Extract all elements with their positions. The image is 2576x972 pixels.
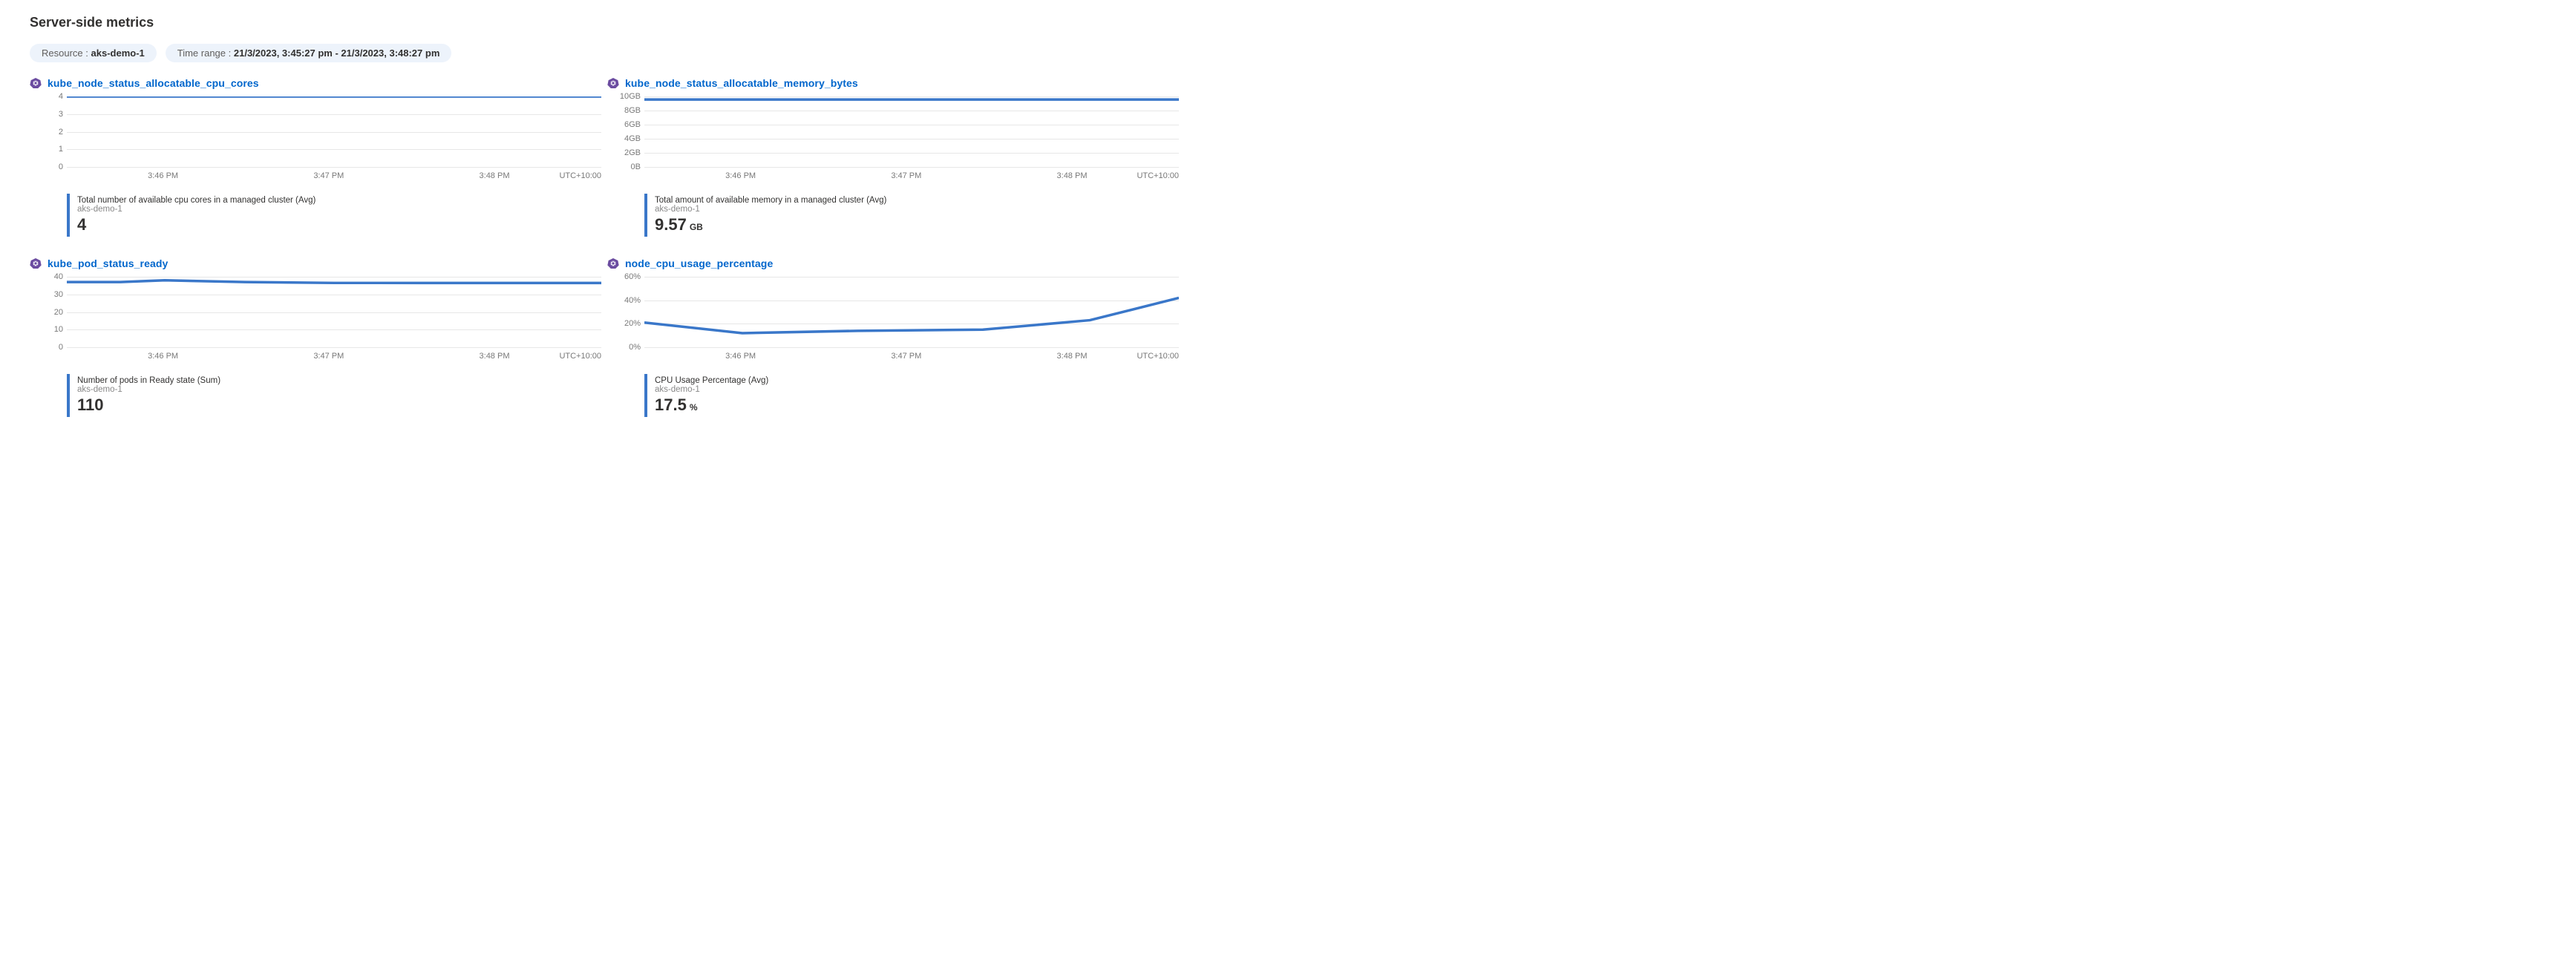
pill-timerange-label: Time range : xyxy=(177,47,232,59)
x-axis: 3:46 PM 3:47 PM 3:48 PM UTC+10:00 xyxy=(67,352,601,367)
summary-value: 4 xyxy=(77,215,86,234)
y-tick-label: 1 xyxy=(30,145,63,154)
summary-desc: Number of pods in Ready state (Sum) xyxy=(77,376,601,385)
summary-desc: Total number of available cpu cores in a… xyxy=(77,196,601,205)
x-tick-label: 3:48 PM xyxy=(1057,171,1088,180)
summary-unit: % xyxy=(690,402,698,413)
pill-resource-label: Resource : xyxy=(42,47,88,59)
y-tick-label: 0 xyxy=(30,343,63,352)
x-tick-label: 3:47 PM xyxy=(891,171,921,180)
chart-area: 01234 3:46 PM 3:47 PM 3:48 PM UTC+10:00 xyxy=(67,96,601,186)
chart-header: node_cpu_usage_percentage xyxy=(607,257,1179,269)
y-tick-label: 60% xyxy=(607,272,641,281)
y-tick-label: 0 xyxy=(30,162,63,171)
metric-summary: Total number of available cpu cores in a… xyxy=(67,194,601,237)
chart-header: kube_node_status_allocatable_memory_byte… xyxy=(607,77,1179,89)
y-tick-label: 4 xyxy=(30,92,63,101)
y-tick-label: 0% xyxy=(607,343,641,352)
y-tick-label: 2GB xyxy=(607,148,641,157)
x-axis: 3:46 PM 3:47 PM 3:48 PM UTC+10:00 xyxy=(67,171,601,186)
chart-header: kube_pod_status_ready xyxy=(30,257,601,269)
timezone-label: UTC+10:00 xyxy=(1137,171,1179,180)
pill-resource-value: aks-demo-1 xyxy=(91,47,145,59)
metric-title-link[interactable]: node_cpu_usage_percentage xyxy=(625,257,773,269)
chart-card-cpu_cores: kube_node_status_allocatable_cpu_cores01… xyxy=(30,77,601,237)
page-title: Server-side metrics xyxy=(30,15,2546,30)
x-axis: 3:46 PM 3:47 PM 3:48 PM UTC+10:00 xyxy=(644,171,1179,186)
y-tick-label: 6GB xyxy=(607,120,641,129)
summary-sub: aks-demo-1 xyxy=(77,385,601,394)
timezone-label: UTC+10:00 xyxy=(559,171,601,180)
pill-timerange[interactable]: Time range : 21/3/2023, 3:45:27 pm - 21/… xyxy=(166,44,452,62)
y-tick-label: 20% xyxy=(607,319,641,328)
x-tick-label: 3:48 PM xyxy=(1057,352,1088,361)
y-tick-label: 3 xyxy=(30,110,63,119)
filter-pills: Resource : aks-demo-1 Time range : 21/3/… xyxy=(30,44,2546,62)
metric-summary: CPU Usage Percentage (Avg)aks-demo-117.5… xyxy=(644,374,1179,417)
chart-card-mem_bytes: kube_node_status_allocatable_memory_byte… xyxy=(607,77,1179,237)
x-tick-label: 3:47 PM xyxy=(891,352,921,361)
y-tick-label: 30 xyxy=(30,290,63,299)
metric-title-link[interactable]: kube_pod_status_ready xyxy=(48,257,168,269)
chart-plot[interactable]: 010203040 xyxy=(67,277,601,347)
chart-area: 010203040 3:46 PM 3:47 PM 3:48 PM UTC+10:00 xyxy=(67,277,601,367)
pill-resource[interactable]: Resource : aks-demo-1 xyxy=(30,44,157,62)
y-tick-label: 20 xyxy=(30,308,63,317)
metric-summary: Number of pods in Ready state (Sum)aks-d… xyxy=(67,374,601,417)
y-tick-label: 4GB xyxy=(607,134,641,143)
y-tick-label: 2 xyxy=(30,128,63,137)
summary-value: 110 xyxy=(77,395,104,415)
kubernetes-icon xyxy=(607,258,619,269)
summary-desc: Total amount of available memory in a ma… xyxy=(655,196,1179,205)
kubernetes-icon xyxy=(30,258,42,269)
y-tick-label: 8GB xyxy=(607,106,641,115)
x-axis: 3:46 PM 3:47 PM 3:48 PM UTC+10:00 xyxy=(644,352,1179,367)
timezone-label: UTC+10:00 xyxy=(1137,352,1179,361)
kubernetes-icon xyxy=(30,78,42,88)
summary-sub: aks-demo-1 xyxy=(655,205,1179,214)
metric-summary: Total amount of available memory in a ma… xyxy=(644,194,1179,237)
summary-value: 9.57 xyxy=(655,215,687,234)
kubernetes-icon xyxy=(607,78,619,88)
summary-unit: GB xyxy=(690,222,703,232)
timezone-label: UTC+10:00 xyxy=(559,352,601,361)
chart-grid: kube_node_status_allocatable_cpu_cores01… xyxy=(30,77,2546,417)
chart-area: 0B2GB4GB6GB8GB10GB 3:46 PM 3:47 PM 3:48 PM U… xyxy=(644,96,1179,186)
chart-card-pod_ready: kube_pod_status_ready0102030403:46 PM3:4… xyxy=(30,257,601,417)
y-tick-label: 10GB xyxy=(607,92,641,101)
metric-title-link[interactable]: kube_node_status_allocatable_memory_byte… xyxy=(625,77,858,89)
summary-sub: aks-demo-1 xyxy=(655,385,1179,394)
chart-plot[interactable]: 0B2GB4GB6GB8GB10GB xyxy=(644,96,1179,167)
x-tick-label: 3:46 PM xyxy=(725,352,756,361)
chart-header: kube_node_status_allocatable_cpu_cores xyxy=(30,77,601,89)
summary-desc: CPU Usage Percentage (Avg) xyxy=(655,376,1179,385)
x-tick-label: 3:46 PM xyxy=(725,171,756,180)
chart-area: 0%20%40%60% 3:46 PM 3:47 PM 3:48 PM UTC+10:0… xyxy=(644,277,1179,367)
x-tick-label: 3:46 PM xyxy=(148,352,178,361)
chart-plot[interactable]: 0%20%40%60% xyxy=(644,277,1179,347)
chart-card-cpu_pct: node_cpu_usage_percentage0%20%40%60%3:46… xyxy=(607,257,1179,417)
metric-title-link[interactable]: kube_node_status_allocatable_cpu_cores xyxy=(48,77,259,89)
y-tick-label: 40% xyxy=(607,296,641,305)
x-tick-label: 3:47 PM xyxy=(313,352,344,361)
y-tick-label: 40 xyxy=(30,272,63,281)
summary-value: 17.5 xyxy=(655,395,687,415)
x-tick-label: 3:47 PM xyxy=(313,171,344,180)
x-tick-label: 3:48 PM xyxy=(480,352,510,361)
chart-plot[interactable]: 01234 xyxy=(67,96,601,167)
y-tick-label: 10 xyxy=(30,325,63,334)
y-tick-label: 0B xyxy=(607,162,641,171)
x-tick-label: 3:46 PM xyxy=(148,171,178,180)
x-tick-label: 3:48 PM xyxy=(480,171,510,180)
pill-timerange-value: 21/3/2023, 3:45:27 pm - 21/3/2023, 3:48:… xyxy=(234,47,440,59)
summary-sub: aks-demo-1 xyxy=(77,205,601,214)
